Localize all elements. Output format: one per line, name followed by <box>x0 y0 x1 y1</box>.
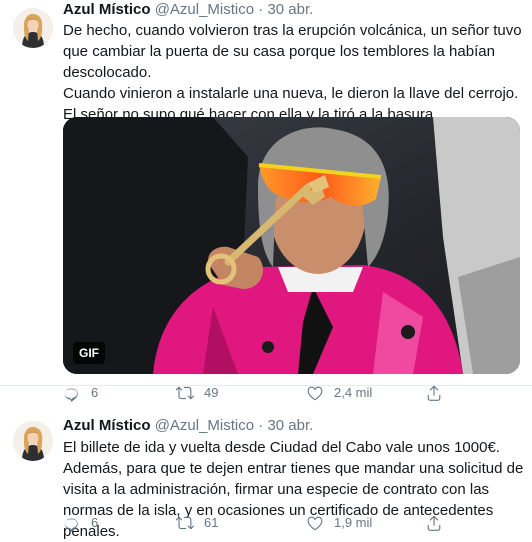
author-handle[interactable]: @Azul_Mistico <box>155 1 254 18</box>
tweet[interactable]: Azul Místico @Azul_Mistico · 30 abr. De … <box>0 0 532 402</box>
share-icon <box>425 514 453 532</box>
tweet-header: Azul Místico @Azul_Mistico · 30 abr. <box>63 0 313 20</box>
separator-dot: · <box>258 417 264 434</box>
author-name[interactable]: Azul Místico <box>63 417 151 434</box>
gif-scene <box>63 117 520 374</box>
tweet-paragraph: De hecho, cuando volvieron tras la erupc… <box>63 22 522 81</box>
gif-badge: GIF <box>73 342 105 364</box>
tweet[interactable]: Azul Místico @Azul_Mistico · 30 abr. El … <box>0 386 532 540</box>
author-name[interactable]: Azul Místico <box>63 1 151 18</box>
tweet-date[interactable]: 30 abr. <box>267 1 313 18</box>
retweet-icon <box>176 514 204 532</box>
tweet-header: Azul Místico @Azul_Mistico · 30 abr. <box>63 416 313 436</box>
author-handle[interactable]: @Azul_Mistico <box>155 417 254 434</box>
avatar-illustration <box>13 421 53 461</box>
reply-button[interactable]: 6 <box>63 513 98 533</box>
retweet-button[interactable]: 61 <box>176 513 218 533</box>
reply-count: 6 <box>91 515 99 530</box>
like-count: 1,9 mil <box>334 515 373 530</box>
avatar[interactable] <box>13 8 53 48</box>
retweet-count: 61 <box>204 515 219 530</box>
share-button[interactable] <box>425 513 453 533</box>
heart-icon <box>306 514 334 532</box>
tweet-date[interactable]: 30 abr. <box>267 417 313 434</box>
tweet-text: De hecho, cuando volvieron tras la erupc… <box>63 20 528 125</box>
avatar-illustration <box>13 8 53 48</box>
separator-dot: · <box>258 1 264 18</box>
reply-icon <box>63 514 91 532</box>
tweet-paragraph: El billete de ida y vuelta desde Ciudad … <box>63 439 500 456</box>
gif-media[interactable]: GIF <box>63 117 520 374</box>
tweet-actions: 6 61 1,9 mil <box>63 513 463 533</box>
like-button[interactable]: 1,9 mil <box>306 513 372 533</box>
avatar[interactable] <box>13 421 53 461</box>
